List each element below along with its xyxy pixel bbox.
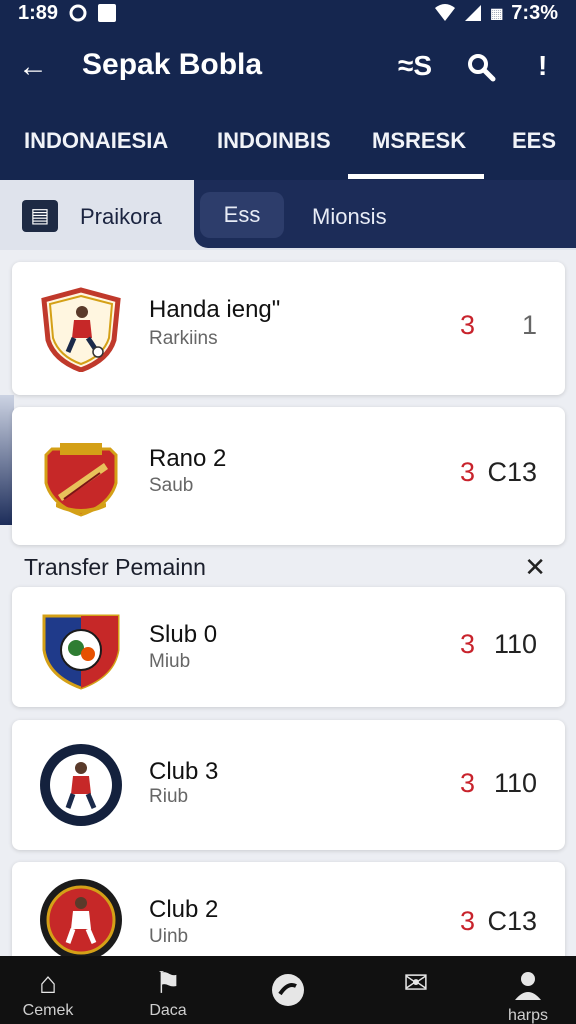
top-app-bar: 1:89 ▦ 7:3% ← Sepak Bobla ≈S ! INDONAIES… bbox=[0, 0, 576, 180]
ball-icon bbox=[272, 974, 304, 1006]
club-name: Slub 0 bbox=[149, 621, 218, 648]
tab-msresk[interactable]: MSRESK bbox=[372, 128, 466, 154]
club-crest-icon bbox=[40, 744, 122, 826]
more-options-icon[interactable]: ! bbox=[538, 50, 547, 82]
tab-ees[interactable]: EES bbox=[512, 128, 556, 154]
club-name: Club 3 bbox=[149, 758, 219, 785]
list-item[interactable]: Rano 2 Saub 3 C13 bbox=[12, 407, 565, 545]
tab-bar: INDONAIESIA INDOINBIS MSRESK EES bbox=[0, 118, 576, 180]
list-item[interactable]: Handa iengʺ Rarkiins 3 1 bbox=[12, 262, 565, 395]
nav-item-home[interactable]: ⌂ Cemek bbox=[0, 956, 96, 1024]
filter-chip-mionsis[interactable]: Mionsis bbox=[312, 204, 387, 230]
status-time: 1:89 bbox=[18, 1, 59, 24]
club-score: 3 bbox=[460, 457, 476, 487]
app-bar: ← Sepak Bobla ≈S ! bbox=[0, 36, 576, 96]
search-icon[interactable] bbox=[466, 52, 496, 82]
active-tab-indicator bbox=[348, 174, 484, 179]
notification-icon bbox=[98, 4, 117, 22]
club-crest-icon bbox=[44, 443, 118, 517]
tab-indonaiesia[interactable]: INDONAIESIA bbox=[24, 128, 168, 154]
club-subtitle: Saub bbox=[149, 475, 194, 496]
club-crest-icon bbox=[40, 879, 122, 961]
filter-chip-ess[interactable]: Ess bbox=[200, 192, 284, 238]
club-value: 1 bbox=[521, 310, 537, 340]
nav-label: Daca bbox=[149, 1002, 187, 1019]
club-name: Rano 2 bbox=[149, 445, 227, 472]
sync-icon bbox=[69, 4, 87, 22]
club-score: 3 bbox=[460, 629, 476, 659]
status-bar: 1:89 ▦ 7:3% bbox=[0, 0, 576, 26]
club-subtitle: Rarkiins bbox=[149, 328, 218, 349]
club-crest-icon bbox=[42, 614, 120, 690]
person-icon bbox=[515, 972, 541, 1000]
wifi-icon bbox=[435, 4, 456, 21]
ticket-icon: ▤ bbox=[22, 200, 58, 232]
club-subtitle: Miub bbox=[149, 651, 191, 672]
section-header: Transfer Pemainn ✕ bbox=[0, 548, 576, 586]
nav-label: Cemek bbox=[22, 1002, 74, 1019]
section-title: Transfer Pemainn bbox=[24, 554, 206, 580]
club-value: C13 bbox=[487, 906, 537, 936]
battery-saver-icon: ▦ bbox=[490, 4, 504, 21]
list-item[interactable]: Club 3 Riub 3 110 bbox=[12, 720, 565, 850]
mail-icon: ✉ bbox=[403, 967, 429, 1000]
tab-indoinbis[interactable]: INDOINBIS bbox=[217, 128, 331, 154]
list-item[interactable]: Slub 0 Miub 3 110 bbox=[12, 587, 565, 707]
flag-icon: ⚑ bbox=[154, 967, 182, 1000]
close-icon[interactable]: ✕ bbox=[524, 552, 546, 583]
filter-primary[interactable]: Praikora bbox=[80, 204, 162, 230]
club-score: 3 bbox=[460, 768, 476, 798]
signal-icon bbox=[465, 5, 482, 21]
bottom-navigation: ⌂ Cemek ⚑ Daca ✉ harps bbox=[0, 956, 576, 1024]
filter-icon[interactable]: ≈S bbox=[398, 50, 432, 82]
club-crest-icon bbox=[41, 286, 121, 372]
nav-item-data[interactable]: ⚑ Daca bbox=[120, 956, 216, 1024]
club-subtitle: Riub bbox=[149, 786, 189, 807]
club-value: 110 bbox=[493, 768, 537, 798]
club-name: Club 2 bbox=[149, 896, 219, 923]
battery-level: 7:3% bbox=[511, 1, 558, 24]
nav-item-profile[interactable]: harps bbox=[480, 956, 576, 1024]
club-value: 110 bbox=[493, 629, 537, 659]
club-score: 3 bbox=[460, 310, 476, 340]
back-icon[interactable]: ← bbox=[18, 50, 48, 84]
club-name: Handa iengʺ bbox=[149, 296, 281, 323]
nav-label: harps bbox=[507, 1007, 549, 1024]
home-icon: ⌂ bbox=[38, 967, 58, 1000]
club-score: 3 bbox=[460, 906, 476, 936]
page-title: Sepak Bobla bbox=[82, 48, 263, 81]
club-value: C13 bbox=[487, 457, 537, 487]
nav-item-messages[interactable]: ✉ bbox=[368, 956, 464, 1024]
club-subtitle: Uinb bbox=[149, 926, 189, 947]
nav-item-ball[interactable] bbox=[240, 956, 336, 1024]
